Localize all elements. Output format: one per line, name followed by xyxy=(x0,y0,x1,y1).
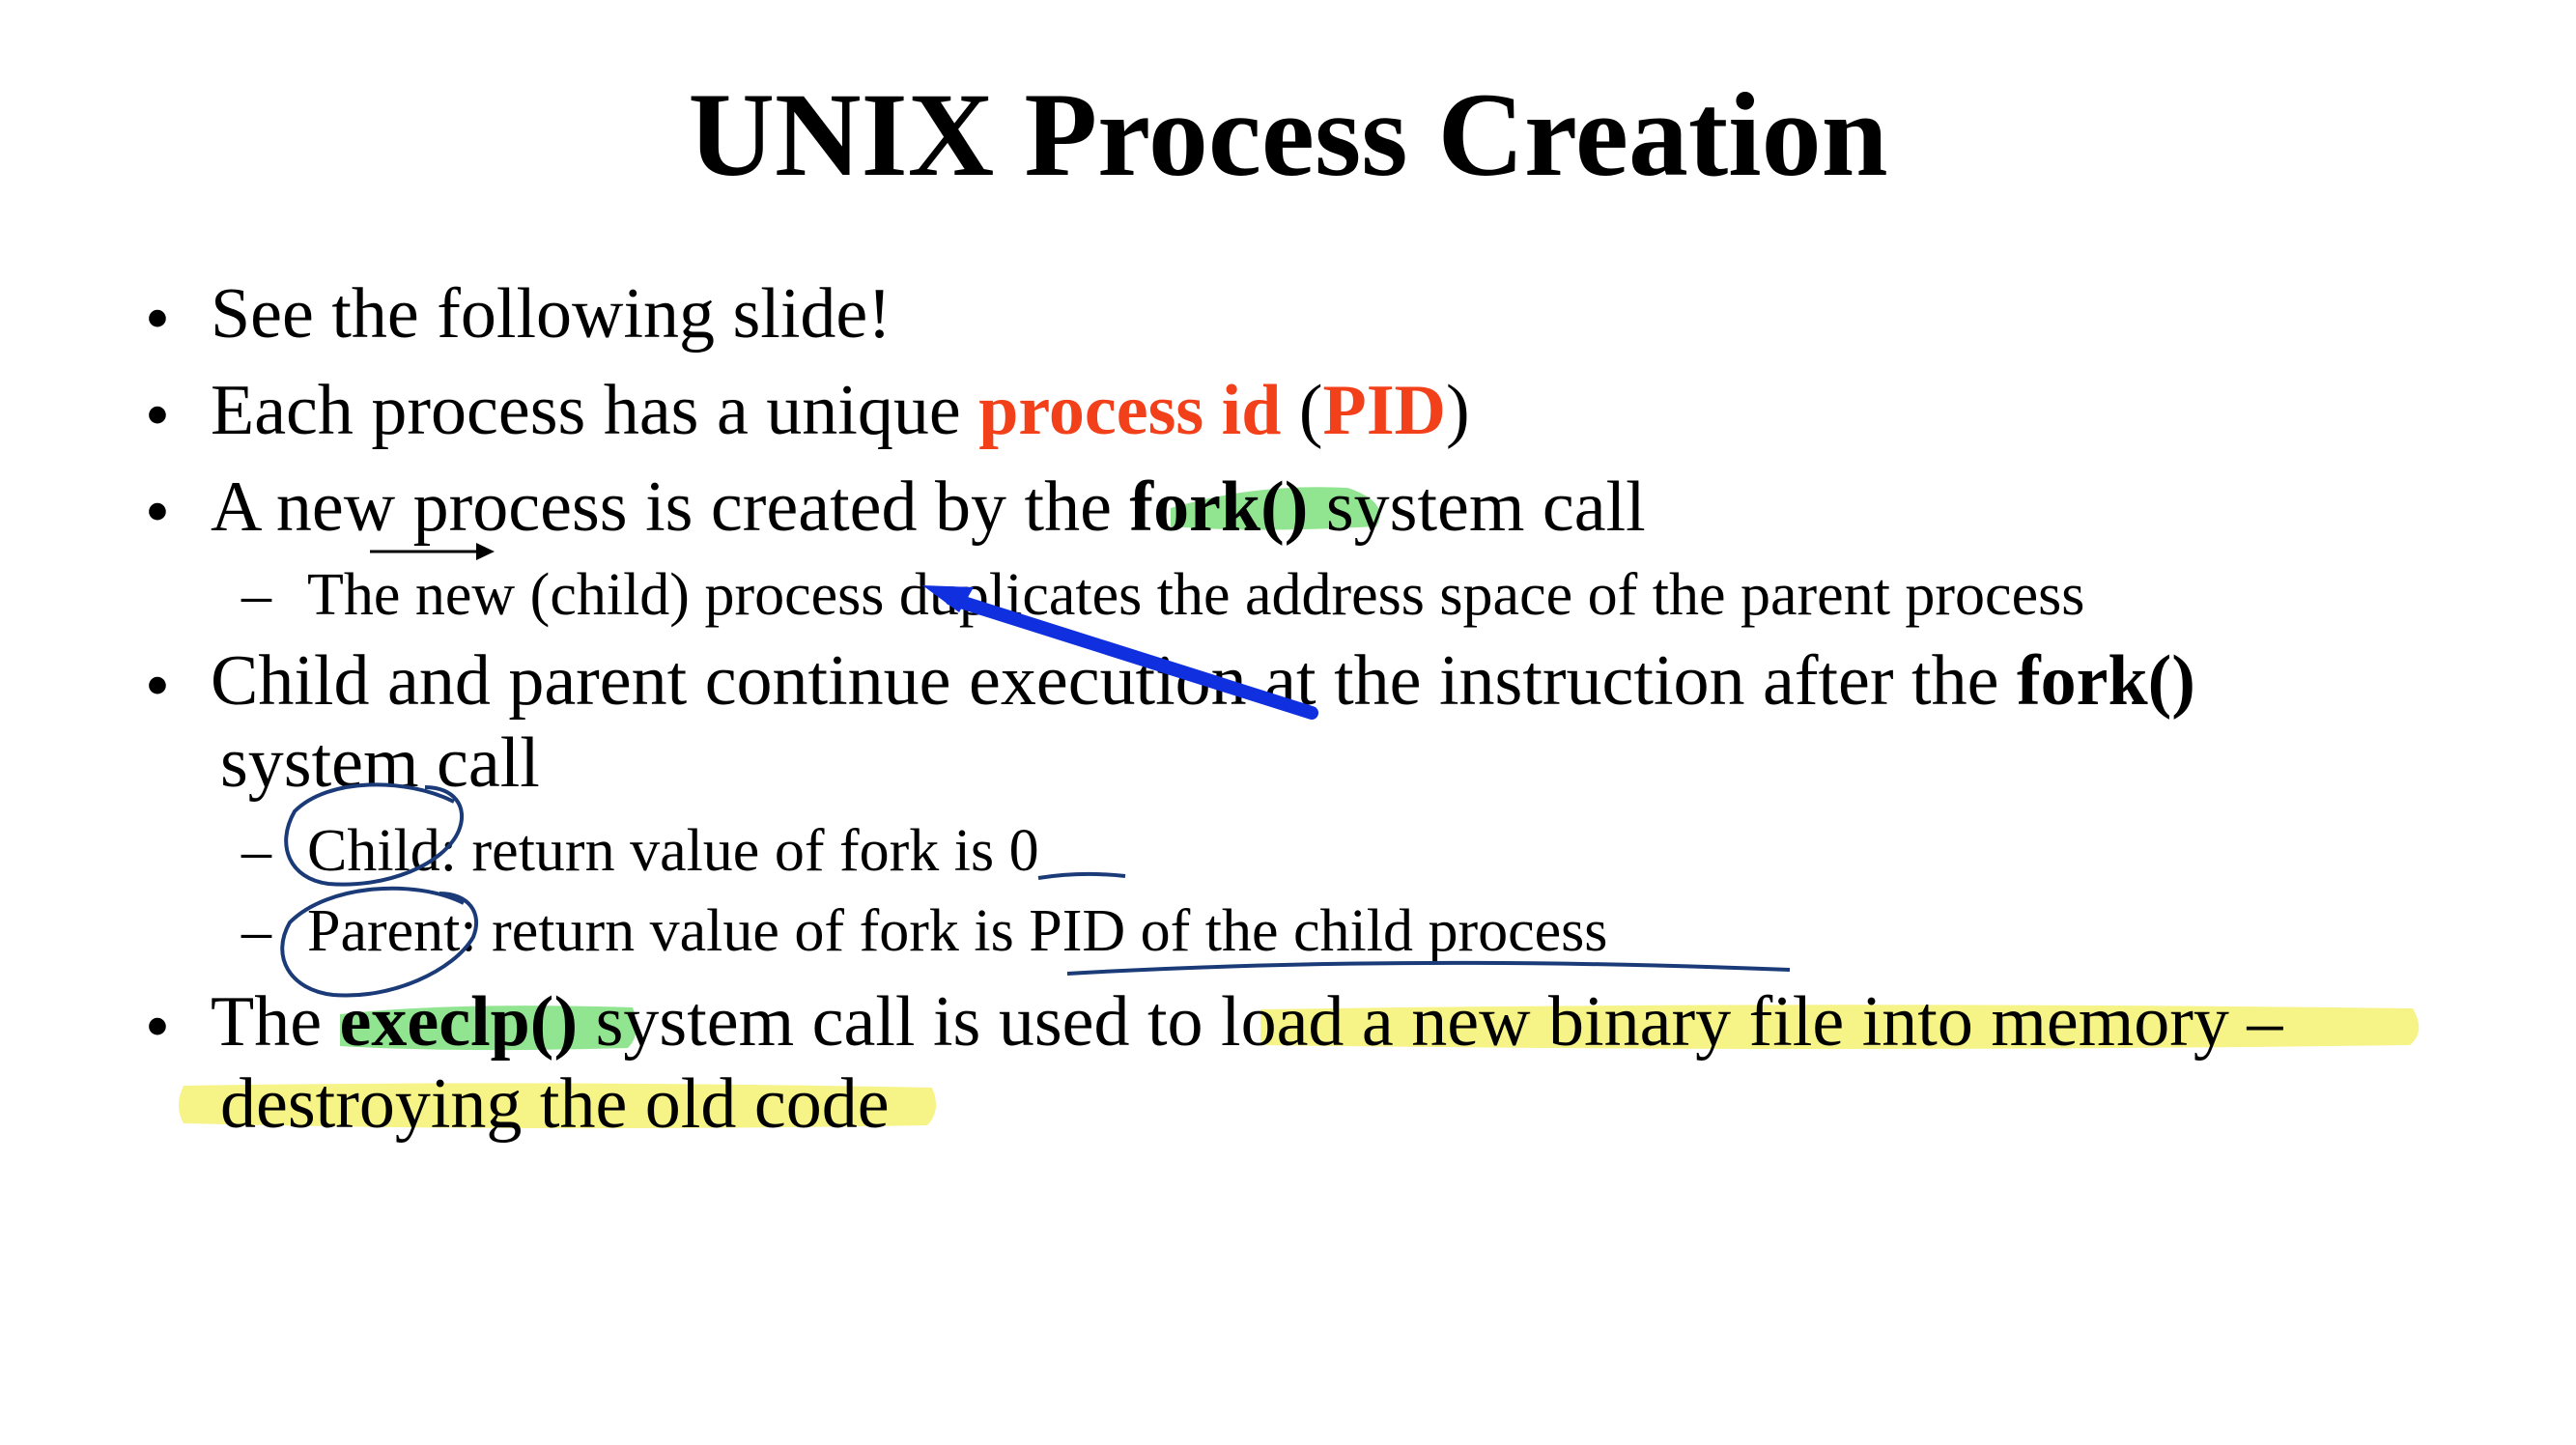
bullet-text: destroying the old code xyxy=(220,1064,890,1144)
bullet-see-following: See the following slide! xyxy=(211,278,892,350)
bullet-marker: • xyxy=(145,376,170,455)
bullet-text: system call xyxy=(1308,468,1646,547)
underline-pen-icon xyxy=(1037,871,1126,880)
bullet-marker: • xyxy=(145,279,170,358)
sub-bullet-duplicates: The new (child) process duplicates the a… xyxy=(307,565,2084,625)
bullet-text: system call is used to load a new binary… xyxy=(578,982,2283,1062)
bullet-execlp: The execlp() system call is used to load… xyxy=(211,986,2282,1058)
bullet-text: A new process is created by the xyxy=(211,468,1130,547)
bullet-unique-pid: Each process has a unique process id (PI… xyxy=(211,375,1470,446)
bullet-marker: • xyxy=(145,646,170,725)
slide: UNIX Process Creation • See the followin… xyxy=(0,0,2576,1445)
bullet-continuation: system call xyxy=(220,727,540,799)
bullet-fork-creates: A new process is created by the fork() s… xyxy=(211,471,1646,543)
sub-bullet-text: Parent: return value of fork is PID of t… xyxy=(307,898,1608,964)
bullet-text: See the following slide! xyxy=(211,274,892,354)
bullet-marker: • xyxy=(145,987,170,1066)
sub-bullet-marker: – xyxy=(241,898,271,964)
bullet-text: Each process has a unique xyxy=(211,371,979,450)
pen-ink-layer xyxy=(280,543,1791,998)
bullet-continue-execution: Child and parent continue execution at t… xyxy=(211,645,2195,717)
sub-bullet-parent-return: Parent: return value of fork is PID of t… xyxy=(307,901,1607,961)
keyword-pid: PID xyxy=(1322,371,1446,450)
highlight-layer xyxy=(179,487,2420,1129)
bullet-text: ( xyxy=(1281,371,1323,450)
bullet-text: ) xyxy=(1446,371,1470,450)
sub-bullet-marker: – xyxy=(241,562,271,628)
sub-bullet-text: The new (child) process duplicates the a… xyxy=(307,562,2085,628)
slide-title: UNIX Process Creation xyxy=(688,69,1888,201)
sub-bullet-child-return: Child: return value of fork is 0 xyxy=(307,821,1039,881)
keyword-fork: fork() xyxy=(2016,641,2195,721)
bullet-marker: • xyxy=(145,472,170,552)
bullet-text: system call xyxy=(220,723,540,803)
keyword-fork: fork() xyxy=(1129,468,1309,547)
keyword-execlp: execlp() xyxy=(339,982,579,1062)
bullet-continuation: destroying the old code xyxy=(220,1068,890,1140)
sub-bullet-marker: – xyxy=(241,818,271,884)
keyword-process-id: process id xyxy=(978,371,1282,450)
bullet-text: Child and parent continue execution at t… xyxy=(211,641,2017,721)
underline-pen-icon xyxy=(1066,960,1791,976)
sub-bullet-text: Child: return value of fork is 0 xyxy=(307,818,1039,884)
bullet-text: The xyxy=(211,982,340,1062)
